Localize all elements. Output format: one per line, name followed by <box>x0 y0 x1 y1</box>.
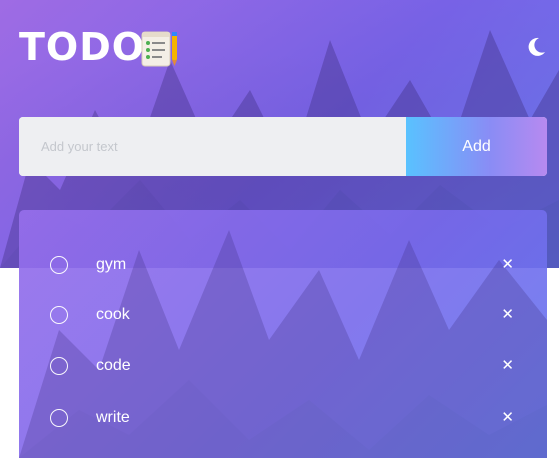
add-button[interactable]: Add <box>406 117 547 176</box>
todo-text: code <box>96 357 131 374</box>
todo-text: cook <box>96 306 130 323</box>
complete-checkbox[interactable] <box>50 409 68 427</box>
complete-checkbox[interactable] <box>50 357 68 375</box>
complete-checkbox[interactable] <box>50 306 68 324</box>
add-todo-bar: Add <box>19 117 547 176</box>
todo-item: cook ✕ <box>19 297 547 337</box>
todo-text: gym <box>96 256 127 273</box>
complete-checkbox[interactable] <box>50 256 68 274</box>
moon-icon[interactable] <box>525 36 547 58</box>
todo-item: gym ✕ <box>19 247 547 287</box>
todo-item: code ✕ <box>19 348 547 388</box>
add-todo-input[interactable] <box>19 117 406 176</box>
todo-list: gym ✕ cook ✕ code ✕ write ✕ <box>19 210 547 458</box>
app-header: TODO <box>19 22 547 72</box>
todo-text: write <box>96 409 130 426</box>
delete-icon[interactable]: ✕ <box>501 255 514 273</box>
delete-icon[interactable]: ✕ <box>501 305 514 323</box>
todo-item: write ✕ <box>19 400 547 440</box>
checklist-notepad-icon <box>141 31 177 67</box>
delete-icon[interactable]: ✕ <box>501 356 514 374</box>
delete-icon[interactable]: ✕ <box>501 408 514 426</box>
app-title: TODO <box>19 25 146 69</box>
